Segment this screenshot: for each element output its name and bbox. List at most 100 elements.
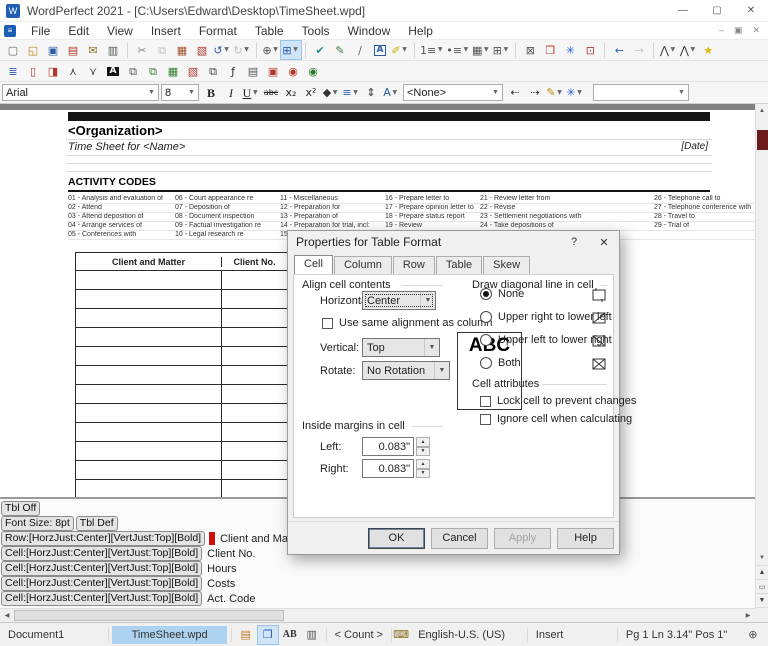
paste-special-icon[interactable]: ▧ (192, 41, 212, 59)
margin-left-spinner[interactable]: 0.083" ▲ ▼ (362, 437, 430, 456)
copy-format-icon[interactable]: ⧉ (203, 62, 223, 80)
vertical-scrollbar-thumb[interactable] (757, 130, 768, 150)
dialog-title-bar[interactable]: Properties for Table Format ? ✕ (288, 231, 619, 253)
save-version-icon[interactable]: ▣ (263, 62, 283, 80)
text-box-icon[interactable]: A (370, 41, 390, 59)
line-spacing-icon[interactable]: ⇕ (361, 84, 381, 102)
vertical-scrollbar[interactable]: ▲ ▼▲▭▼▦ (755, 104, 768, 621)
browse-page-button[interactable]: ▭ (756, 579, 768, 593)
reveal-code-token[interactable]: Cell:[HorzJust:Center][VertJust:Top][Bol… (1, 546, 203, 561)
function-icon[interactable]: ƒ (223, 62, 243, 80)
find-next-icon[interactable]: ◉ (303, 62, 323, 80)
horizontal-combo[interactable]: Center ▼ (362, 291, 436, 310)
print-pdf-icon[interactable]: ▤ (63, 41, 83, 59)
subscript-icon[interactable]: x₂ (281, 84, 301, 102)
save-icon[interactable]: ▣ (43, 41, 63, 59)
printer-status-icon[interactable]: ▥ (302, 626, 322, 644)
reveal-code-token[interactable]: Tbl Def (75, 516, 118, 531)
envelope-merge-icon[interactable]: ◨ (43, 62, 63, 80)
underline-icon[interactable]: U ▼ (241, 84, 261, 102)
count-status[interactable]: < Count > (327, 629, 391, 641)
file-status-icon[interactable]: ▤ (236, 626, 256, 644)
scroll-down-button[interactable]: ▼ (756, 551, 768, 565)
back-icon[interactable]: ← (609, 41, 629, 59)
menu-window[interactable]: Window (339, 23, 400, 39)
spin-down-icon[interactable]: ▼ (416, 446, 430, 456)
keyboard-icon[interactable]: ⌨ (392, 626, 410, 644)
cancel-button[interactable]: Cancel (431, 527, 488, 549)
tab-column[interactable]: Column (333, 256, 392, 274)
strikethrough-icon[interactable]: abc (261, 84, 281, 102)
menu-edit[interactable]: Edit (59, 23, 98, 39)
font-down-icon[interactable]: ⋎ (83, 62, 103, 80)
rotate-combo[interactable]: No Rotation ▼ (362, 361, 450, 380)
diagonal-option-none[interactable]: None (480, 288, 524, 300)
zoom-icon[interactable]: ⊕ ▼ (261, 41, 281, 59)
numbered-list-icon[interactable]: 1≡ ▼ (419, 41, 445, 59)
org-chart-icon[interactable]: ⧉ (123, 62, 143, 80)
copy-icon[interactable]: ⧉ (152, 41, 172, 59)
table-icon[interactable]: ▦ ▼ (471, 41, 491, 59)
mdi-close-icon[interactable]: ✕ (752, 25, 760, 36)
letterspacing-increase-icon[interactable]: ⇢ (525, 84, 545, 102)
bullet-list-icon[interactable]: •≡ ▼ (445, 41, 471, 59)
horizontal-scrollbar[interactable]: ◀ ▶ (0, 608, 755, 622)
reveal-code-token[interactable]: Cell:[HorzJust:Center][VertJust:Top][Bol… (1, 561, 203, 576)
general-status[interactable]: Document1 (0, 629, 108, 641)
justification-icon[interactable]: ≡ ▼ (341, 84, 361, 102)
flow-chart-icon[interactable]: ⧉ (143, 62, 163, 80)
dictionary-icon[interactable]: ❒ (540, 41, 560, 59)
send-icon[interactable]: ✎ (330, 41, 350, 59)
reveal-code-token[interactable]: Cell:[HorzJust:Center][VertJust:Top][Bol… (1, 576, 203, 591)
find-icon[interactable]: ◉ (283, 62, 303, 80)
reveal-code-token[interactable]: Cell:[HorzJust:Center][VertJust:Top][Bol… (1, 591, 203, 606)
frame-icon[interactable]: ⊠ (520, 41, 540, 59)
quickwords-icon[interactable]: ✳ ▼ (565, 84, 585, 102)
caps-status-icon[interactable]: AB (280, 626, 300, 644)
same-alignment-checkbox[interactable]: Use same alignment as column (322, 317, 492, 329)
lock-cell-checkbox[interactable]: Lock cell to prevent changes (480, 395, 636, 407)
page-view-icon[interactable]: ⊞ ▼ (280, 40, 302, 60)
ok-button[interactable]: OK (368, 527, 425, 549)
tab-skew[interactable]: Skew (483, 256, 531, 274)
open-icon[interactable]: ◱ (23, 41, 43, 59)
highlight-icon[interactable]: ✐ ▼ (390, 41, 410, 59)
quickfinder-icon[interactable]: ✳ (560, 41, 580, 59)
print-icon[interactable]: ▥ (103, 41, 123, 59)
help-button[interactable]: Help (557, 527, 614, 549)
tab-cell[interactable]: Cell (294, 255, 333, 275)
reverse-text-icon[interactable]: A (103, 62, 123, 80)
forward-icon[interactable]: → (629, 41, 649, 59)
envelope-icon[interactable]: ✉ (83, 41, 103, 59)
menu-insert[interactable]: Insert (142, 23, 190, 39)
redo-icon[interactable]: ↻ ▼ (232, 41, 252, 59)
superscript-icon[interactable]: x² (301, 84, 321, 102)
tab-row[interactable]: Row (392, 256, 435, 274)
reveal-code-token[interactable]: Row:[HorzJust:Center][VertJust:Top][Bold… (1, 531, 206, 546)
mdi-minimize-icon[interactable]: – (719, 25, 724, 36)
menu-format[interactable]: Format (190, 23, 246, 39)
page-border-icon[interactable]: ▯ (23, 62, 43, 80)
new-document-icon[interactable]: ▢ (3, 41, 23, 59)
active-document-tab[interactable]: TimeSheet.wpd (112, 625, 227, 644)
font-attributes-icon[interactable]: A ▼ (381, 84, 401, 102)
menu-file[interactable]: File (22, 23, 59, 39)
paste-icon[interactable]: ▦ (172, 41, 192, 59)
table-format-icon[interactable]: ⊡ (580, 41, 600, 59)
insert-mode-status[interactable]: Insert (528, 629, 617, 641)
table-quickcreate-icon[interactable]: ⊞ ▼ (491, 41, 511, 59)
margin-right-spinner[interactable]: 0.083" ▲ ▼ (362, 459, 430, 478)
macro-edit-icon[interactable]: ⋀ ▼ (678, 41, 698, 59)
open-book-icon[interactable]: ❒ (256, 624, 279, 645)
draw-line-icon[interactable]: ∕ (350, 41, 370, 59)
selection-combo[interactable]: ▼ (593, 84, 689, 101)
print-preview-icon[interactable]: ▤ (243, 62, 263, 80)
spin-down-icon[interactable]: ▼ (416, 468, 430, 478)
mdi-restore-icon[interactable]: ▣ (734, 25, 743, 36)
scroll-right-button[interactable]: ▶ (741, 609, 755, 622)
styles-combo[interactable]: <None> ▼ (403, 84, 503, 101)
vertical-combo[interactable]: Top ▼ (362, 338, 440, 357)
dialog-help-icon[interactable]: ? (559, 231, 589, 253)
minimize-button[interactable]: — (666, 0, 700, 21)
next-page-button[interactable]: ▼ (756, 593, 768, 607)
